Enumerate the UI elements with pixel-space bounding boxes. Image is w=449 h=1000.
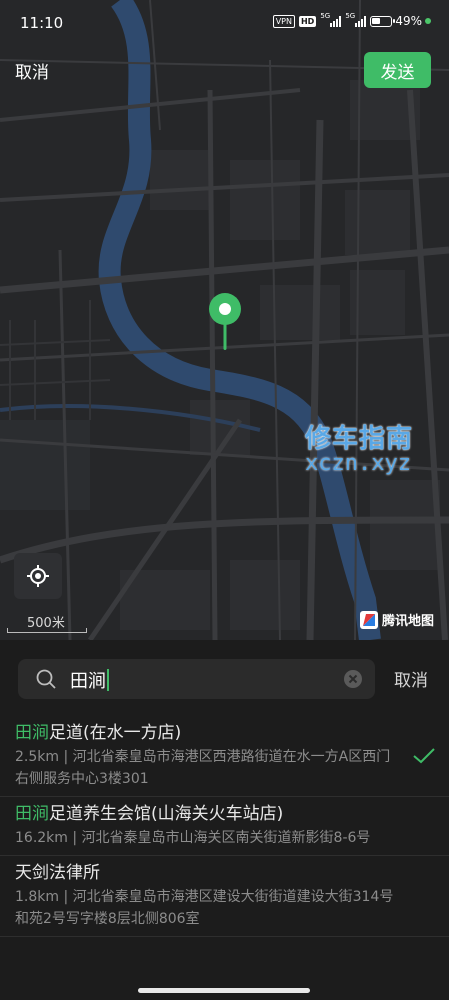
- watermark: 修车指南 xczn.xyz: [305, 418, 413, 476]
- search-query[interactable]: 田涧: [70, 667, 109, 693]
- result-address: 16.2km | 河北省秦皇岛市山海关区南关街道新影街8-6号: [15, 830, 371, 846]
- search-panel: 田涧 取消 田涧足道(在水一方店) 2.5km | 河北省秦皇岛市海港区西港路街…: [0, 640, 449, 1000]
- signal-label: 5G: [320, 12, 331, 20]
- battery-indicator: 49%: [370, 14, 431, 28]
- location-pin-icon: [209, 293, 241, 350]
- list-item[interactable]: 田涧足道(在水一方店) 2.5km | 河北省秦皇岛市海港区西港路街道在水一方A…: [0, 716, 449, 797]
- battery-percent: 49%: [395, 14, 422, 28]
- search-query-text: 田涧: [70, 671, 106, 692]
- search-input[interactable]: 田涧: [18, 659, 375, 699]
- system-icons: VPN HD 5G 5G 49%: [272, 12, 431, 28]
- signal-icon-2: 5G: [345, 12, 367, 27]
- cancel-search-button[interactable]: 取消: [394, 666, 428, 691]
- result-title-highlight: 田涧: [15, 804, 49, 824]
- signal-icon: 5G: [320, 12, 342, 27]
- result-title-rest: 天剑法律所: [15, 863, 100, 883]
- send-button[interactable]: 发送: [364, 52, 431, 88]
- crosshair-icon: [27, 565, 49, 587]
- result-title-rest: 足道(在水一方店): [49, 723, 182, 743]
- provider-label: 腾讯地图: [382, 614, 435, 629]
- vpn-icon: VPN: [272, 14, 295, 28]
- hd-icon: HD: [298, 15, 317, 27]
- charging-dot-icon: [425, 18, 431, 24]
- map-scale: 500米: [7, 612, 87, 634]
- cancel-button[interactable]: 取消: [15, 58, 49, 83]
- status-bar: 11:10 VPN HD 5G 5G 49%: [0, 0, 449, 52]
- signal-label-2: 5G: [345, 12, 356, 20]
- map-view[interactable]: 11:10 VPN HD 5G 5G 49% 取消 发送 修车指南 xczn.x…: [0, 0, 449, 640]
- results-list: 田涧足道(在水一方店) 2.5km | 河北省秦皇岛市海港区西港路街道在水一方A…: [0, 716, 449, 937]
- checkmark-icon: [413, 748, 435, 764]
- battery-icon: [370, 15, 396, 27]
- result-address: 1.8km | 河北省秦皇岛市海港区建设大街街道建设大街314号和苑2号写字楼8…: [15, 889, 394, 927]
- list-item[interactable]: 天剑法律所 1.8km | 河北省秦皇岛市海港区建设大街街道建设大街314号和苑…: [0, 856, 449, 937]
- result-title-rest: 足道养生会馆(山海关火车站店): [49, 804, 284, 824]
- result-title: 田涧足道养生会馆(山海关火车站店): [15, 801, 434, 827]
- result-title: 田涧足道(在水一方店): [15, 720, 434, 746]
- my-location-button[interactable]: [14, 553, 62, 599]
- result-title: 天剑法律所: [15, 860, 434, 886]
- watermark-url: xczn.xyz: [305, 451, 411, 476]
- home-indicator[interactable]: [138, 988, 310, 993]
- list-item[interactable]: 田涧足道养生会馆(山海关火车站店) 16.2km | 河北省秦皇岛市山海关区南关…: [0, 797, 449, 856]
- watermark-title: 修车指南: [305, 424, 414, 454]
- status-time: 11:10: [20, 14, 64, 32]
- clear-icon[interactable]: [343, 669, 363, 689]
- tencent-map-logo-icon: [360, 610, 378, 629]
- map-provider: 腾讯地图: [360, 610, 434, 629]
- search-icon: [36, 669, 56, 689]
- result-title-highlight: 田涧: [15, 723, 49, 743]
- scale-bar: [7, 628, 87, 633]
- text-caret: [107, 669, 109, 691]
- result-address: 2.5km | 河北省秦皇岛市海港区西港路街道在水一方A区西门右侧服务中心3楼3…: [15, 749, 391, 787]
